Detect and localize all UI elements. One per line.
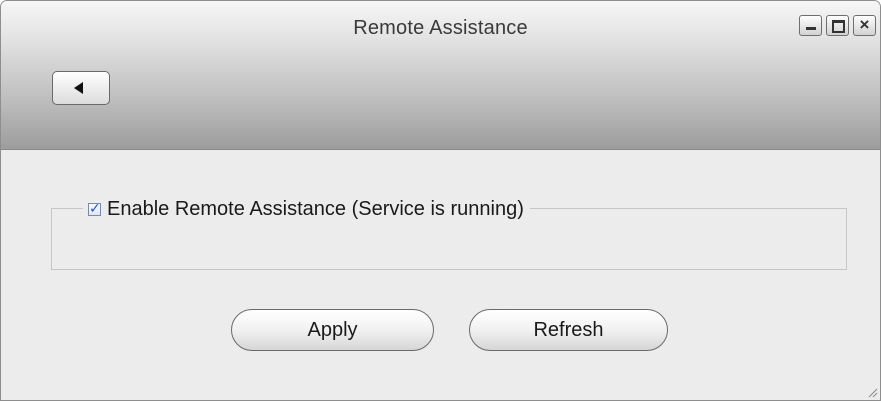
minimize-icon (806, 27, 816, 30)
back-arrow-icon (74, 82, 83, 94)
window-title: Remote Assistance (353, 17, 528, 39)
window-titlebar[interactable]: Remote Assistance × (1, 1, 880, 150)
resize-grip-icon[interactable] (866, 386, 878, 398)
enable-remote-assistance-row[interactable]: ✓ Enable Remote Assistance (Service is r… (83, 197, 530, 221)
enable-remote-assistance-label[interactable]: Enable Remote Assistance (Service is run… (107, 198, 524, 221)
checkmark-icon: ✓ (89, 199, 101, 216)
remote-assistance-window: Remote Assistance × ✓ Enable Remote Assi… (0, 0, 881, 401)
window-controls: × (795, 15, 876, 36)
back-button[interactable] (52, 71, 110, 105)
apply-button[interactable]: Apply (231, 309, 434, 351)
close-icon: × (859, 15, 870, 34)
refresh-button[interactable]: Refresh (469, 309, 668, 351)
maximize-button[interactable] (826, 15, 849, 36)
minimize-button[interactable] (799, 15, 822, 36)
maximize-icon (832, 20, 845, 33)
close-button[interactable]: × (853, 15, 876, 36)
enable-remote-assistance-checkbox[interactable]: ✓ (88, 200, 101, 216)
